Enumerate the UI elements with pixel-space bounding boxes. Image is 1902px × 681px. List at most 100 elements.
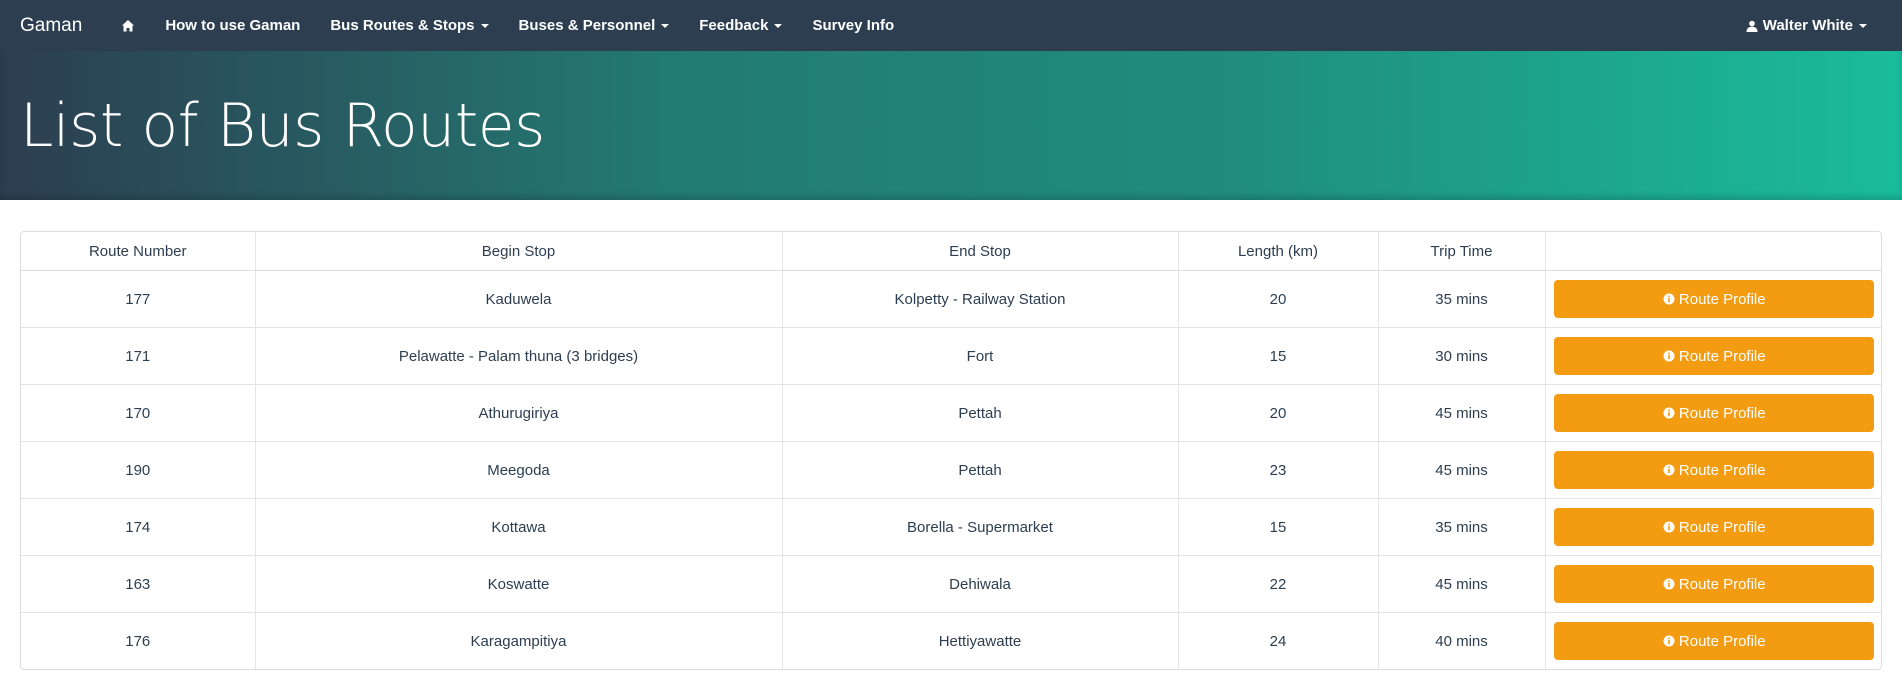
- table-row: 171 Pelawatte - Palam thuna (3 bridges) Fo…: [21, 327, 1881, 385]
- user-menu[interactable]: Walter White: [1731, 0, 1882, 51]
- table-row: 170 Athurugiriya Pettah 20 45 mins Route Prof…: [21, 384, 1881, 442]
- begin-stop-cell: Athurugiriya: [255, 384, 783, 442]
- trip-time-cell: 45 mins: [1378, 555, 1546, 613]
- route-number-cell: 174: [21, 498, 256, 556]
- begin-stop-cell: Pelawatte - Palam thuna (3 bridges): [255, 327, 783, 385]
- nav-bus-routes-stops[interactable]: Bus Routes & Stops: [315, 0, 503, 51]
- end-stop-cell: Fort: [782, 327, 1179, 385]
- actions-cell: Route Profile: [1545, 384, 1881, 442]
- table-row: 174 Kottawa Borella - Supermarket 15 35 mins…: [21, 498, 1881, 556]
- length-cell: 23: [1178, 441, 1379, 499]
- actions-cell: Route Profile: [1545, 441, 1881, 499]
- route-profile-button[interactable]: Route Profile: [1554, 337, 1875, 375]
- table-row: 163 Koswatte Dehiwala 22 45 mins Route Profil…: [21, 555, 1881, 613]
- route-profile-button-label: Route Profile: [1678, 404, 1766, 422]
- length-cell: 20: [1178, 270, 1379, 328]
- begin-stop-cell: Koswatte: [255, 555, 783, 613]
- end-stop-cell: Hettiyawatte: [782, 612, 1179, 669]
- nav-survey-info[interactable]: Survey Info: [797, 0, 909, 51]
- actions-cell: Route Profile: [1545, 555, 1881, 613]
- end-stop-cell: Pettah: [782, 441, 1179, 499]
- info-circle-icon: [1663, 464, 1675, 476]
- nav-bus-routes-stops-label: Bus Routes & Stops: [330, 17, 475, 34]
- home-icon: [122, 19, 135, 31]
- route-number-cell: 190: [21, 441, 256, 499]
- top-navbar: Gaman How to use Gaman Bus Routes & Stop…: [0, 0, 1902, 51]
- routes-table-body: 177 Kaduwela Kolpetty - Railway Station 20 3…: [21, 270, 1881, 669]
- page-header-banner: List of Bus Routes: [0, 51, 1902, 200]
- end-stop-cell: Dehiwala: [782, 555, 1179, 613]
- table-row: 176 Karagampitiya Hettiyawatte 24 40 mins Rou…: [21, 612, 1881, 669]
- route-profile-button-label: Route Profile: [1678, 347, 1766, 365]
- user-icon: [1746, 20, 1758, 32]
- length-cell: 22: [1178, 555, 1379, 613]
- route-profile-button-label: Route Profile: [1678, 518, 1766, 536]
- nav-buses-personnel-label: Buses & Personnel: [518, 17, 656, 34]
- nav-buses-personnel[interactable]: Buses & Personnel: [504, 0, 685, 51]
- nav-survey-info-label: Survey Info: [812, 17, 895, 34]
- caret-down-icon: [480, 23, 489, 28]
- caret-down-icon: [661, 23, 670, 28]
- actions-cell: Route Profile: [1545, 327, 1881, 385]
- nav-how-to-use[interactable]: How to use Gaman: [150, 0, 315, 51]
- end-stop-cell: Borella - Supermarket: [782, 498, 1179, 556]
- caret-down-icon: [1859, 23, 1867, 28]
- length-cell: 15: [1178, 498, 1379, 556]
- route-profile-button[interactable]: Route Profile: [1554, 394, 1875, 432]
- route-profile-button-label: Route Profile: [1678, 575, 1766, 593]
- route-number-cell: 177: [21, 270, 256, 328]
- caret-down-icon: [774, 23, 783, 28]
- info-circle-icon: [1663, 350, 1675, 362]
- begin-stop-cell: Meegoda: [255, 441, 783, 499]
- nav-how-to-use-label: How to use Gaman: [165, 17, 301, 34]
- brand-logo[interactable]: Gaman: [20, 15, 82, 37]
- trip-time-cell: 30 mins: [1378, 327, 1546, 385]
- actions-cell: Route Profile: [1545, 498, 1881, 556]
- nav-feedback-label: Feedback: [699, 17, 769, 34]
- route-profile-button[interactable]: Route Profile: [1554, 508, 1875, 546]
- column-header-begin-stop: Begin Stop: [255, 232, 783, 271]
- begin-stop-cell: Karagampitiya: [255, 612, 783, 669]
- user-name: Walter White: [1762, 17, 1853, 34]
- length-cell: 20: [1178, 384, 1379, 442]
- info-circle-icon: [1663, 578, 1675, 590]
- column-header-end-stop: End Stop: [782, 232, 1179, 271]
- trip-time-cell: 45 mins: [1378, 441, 1546, 499]
- nav-feedback[interactable]: Feedback: [684, 0, 797, 51]
- info-circle-icon: [1663, 293, 1675, 305]
- begin-stop-cell: Kaduwela: [255, 270, 783, 328]
- trip-time-cell: 35 mins: [1378, 498, 1546, 556]
- route-profile-button[interactable]: Route Profile: [1554, 280, 1875, 318]
- trip-time-cell: 45 mins: [1378, 384, 1546, 442]
- end-stop-cell: Kolpetty - Railway Station: [782, 270, 1179, 328]
- actions-cell: Route Profile: [1545, 271, 1881, 328]
- column-header-length: Length (km): [1178, 232, 1379, 271]
- length-cell: 24: [1178, 612, 1379, 669]
- end-stop-cell: Pettah: [782, 384, 1179, 442]
- route-number-cell: 171: [21, 327, 256, 385]
- actions-cell: Route Profile: [1545, 612, 1881, 669]
- routes-table: Route Number Begin Stop End Stop Length …: [21, 232, 1881, 669]
- begin-stop-cell: Kottawa: [255, 498, 783, 556]
- route-profile-button[interactable]: Route Profile: [1554, 451, 1875, 489]
- info-circle-icon: [1663, 521, 1675, 533]
- route-profile-button[interactable]: Route Profile: [1554, 622, 1875, 660]
- route-number-cell: 170: [21, 384, 256, 442]
- route-profile-button-label: Route Profile: [1678, 461, 1766, 479]
- trip-time-cell: 35 mins: [1378, 270, 1546, 328]
- info-circle-icon: [1663, 407, 1675, 419]
- route-profile-button-label: Route Profile: [1678, 290, 1766, 308]
- column-header-actions: [1545, 232, 1881, 271]
- nav-home[interactable]: [106, 0, 150, 51]
- length-cell: 15: [1178, 327, 1379, 385]
- route-number-cell: 176: [21, 612, 256, 669]
- route-profile-button[interactable]: Route Profile: [1554, 565, 1875, 603]
- info-circle-icon: [1663, 635, 1675, 647]
- table-row: 177 Kaduwela Kolpetty - Railway Station 20 3…: [21, 270, 1881, 328]
- page-title: List of Bus Routes: [20, 90, 545, 161]
- route-number-cell: 163: [21, 555, 256, 613]
- column-header-trip-time: Trip Time: [1378, 232, 1546, 271]
- trip-time-cell: 40 mins: [1378, 612, 1546, 669]
- routes-table-container: Route Number Begin Stop End Stop Length …: [20, 231, 1882, 670]
- column-header-route-number: Route Number: [21, 232, 256, 271]
